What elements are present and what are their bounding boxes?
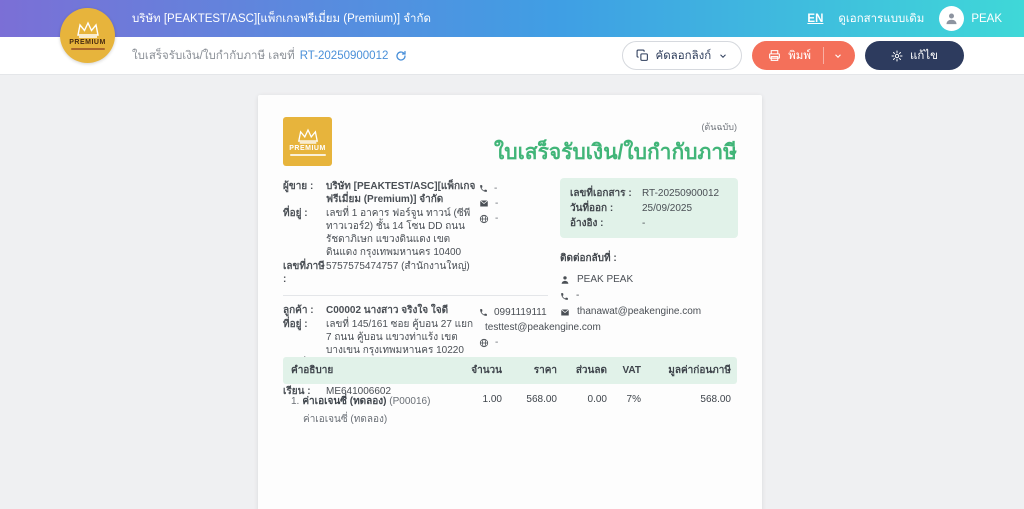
item-description-cell: 1. ค่าเอเจนซี่ (ทดลอง) (P00016) ค่าเอเจนซ… xyxy=(283,384,458,429)
table-header-row: คำอธิบาย จำนวน ราคา ส่วนลด VAT มูลค่าก่อ… xyxy=(283,357,737,384)
phone-icon xyxy=(480,309,487,316)
seller-website: - xyxy=(495,213,499,224)
print-label: พิมพ์ xyxy=(788,49,811,62)
item-index: 1. xyxy=(291,396,300,407)
seller-block: ผู้ขาย : บริษัท [PEAKTEST/ASC][แพ็กเกจฟร… xyxy=(283,180,557,286)
contact-name: PEAK PEAK xyxy=(577,274,634,285)
customer-phone: 0991119111 xyxy=(494,307,547,318)
table-row: 1. ค่าเอเจนซี่ (ทดลอง) (P00016) ค่าเอเจนซ… xyxy=(283,384,737,429)
document-toolbar: ใบเสร็จรับเงิน/ใบกำกับภาษี เลขที่ RT-202… xyxy=(0,37,1024,75)
seller-label: ผู้ขาย : xyxy=(283,181,314,192)
user-menu[interactable]: PEAK xyxy=(939,6,1002,31)
column-header-price: ราคา xyxy=(508,357,563,384)
brand-logo[interactable]: PREMIUM xyxy=(60,8,115,63)
section-divider xyxy=(283,295,548,296)
refresh-icon[interactable] xyxy=(395,50,407,62)
seller-tax-id: 5757575474757 (สำนักงานใหญ่) xyxy=(326,261,470,272)
column-header-vat: VAT xyxy=(613,357,647,384)
mail-icon xyxy=(480,200,488,207)
contact-back-label: ติดต่อกลับที่ : xyxy=(560,253,617,264)
column-header-description: คำอธิบาย xyxy=(283,357,458,384)
globe-icon xyxy=(479,214,489,223)
column-header-discount: ส่วนลด xyxy=(563,357,613,384)
person-icon xyxy=(561,276,569,284)
issue-date-value: 25/09/2025 xyxy=(642,203,693,214)
doc-number-value: RT-20250900012 xyxy=(642,188,720,199)
customer-name: C00002 นางสาว จริงใจ ใจดี xyxy=(326,305,449,316)
printer-icon xyxy=(769,50,781,61)
edit-label: แก้ไข xyxy=(909,49,938,62)
document-preview: PREMIUM (ต้นฉบับ) ใบเสร็จรับเงิน/ใบกำกับ… xyxy=(258,95,762,509)
copy-link-button[interactable]: คัดลอกลิงก์ xyxy=(621,41,743,70)
print-button[interactable]: พิมพ์ xyxy=(752,41,855,70)
crown-icon xyxy=(76,21,99,38)
chevron-down-icon xyxy=(835,53,841,58)
issue-date-label: วันที่ออก : xyxy=(570,203,614,214)
doc-number-label: เลขที่เอกสาร : xyxy=(570,188,632,199)
mail-icon xyxy=(561,308,569,315)
customer-address: เลขที่ 145/161 ซอย คู้บอน 27 แยก 7 ถนน ค… xyxy=(326,319,474,356)
chevron-down-icon xyxy=(720,53,727,58)
topbar: บริษัท [PEAKTEST/ASC][แพ็กเกจฟรีเมี่ยม (… xyxy=(0,0,1024,37)
globe-icon xyxy=(479,338,489,347)
breadcrumb: ใบเสร็จรับเงิน/ใบกำกับภาษี เลขที่ RT-202… xyxy=(132,47,407,65)
contact-email: thanawat@peakengine.com xyxy=(577,306,702,317)
column-header-quantity: จำนวน xyxy=(458,357,508,384)
seller-phone: - xyxy=(494,183,498,194)
gear-icon xyxy=(891,50,903,61)
seller-tax-label: เลขที่ภาษี : xyxy=(283,261,325,285)
reference-label: อ้างอิง : xyxy=(570,218,604,229)
document-info-box: เลขที่เอกสาร : RT-20250900012 วันที่ออก … xyxy=(560,178,738,238)
contact-back-block: ติดต่อกลับที่ : PEAK PEAK - thanawat@pea… xyxy=(560,251,738,320)
seller-address-label: ที่อยู่ : xyxy=(283,208,308,219)
column-header-pretax-amount: มูลค่าก่อนภาษี xyxy=(647,357,737,384)
item-subdescription: ค่าเอเจนซี่ (ทดลอง) xyxy=(303,414,388,425)
page-background: PREMIUM (ต้นฉบับ) ใบเสร็จรับเงิน/ใบกำกับ… xyxy=(0,75,1024,509)
edit-button[interactable]: แก้ไข xyxy=(864,41,964,70)
phone-icon xyxy=(480,185,487,192)
item-quantity: 1.00 xyxy=(482,394,502,405)
seller-address: เลขที่ 1 อาคาร ฟอร์จูน ทาวน์ (ซีพี ทาวเว… xyxy=(326,208,471,258)
customer-label: ลูกค้า : xyxy=(283,305,314,316)
breadcrumb-label: ใบเสร็จรับเงิน/ใบกำกับภาษี เลขที่ xyxy=(132,49,295,62)
customer-email: testtest@peakengine.com xyxy=(485,322,601,333)
customer-address-label: ที่อยู่ : xyxy=(283,319,308,330)
phone-icon xyxy=(561,292,568,300)
item-discount: 0.00 xyxy=(587,394,607,405)
document-number-link[interactable]: RT-20250900012 xyxy=(300,50,389,62)
seller-contact-icons: - - - xyxy=(479,181,557,226)
print-main-segment[interactable]: พิมพ์ xyxy=(752,41,823,70)
brand-logo-text: PREMIUM xyxy=(69,39,106,46)
print-dropdown-toggle[interactable] xyxy=(824,41,855,70)
brand-logo-subline xyxy=(70,48,105,50)
item-vat: 7% xyxy=(626,394,641,405)
seller-email: - xyxy=(495,198,499,209)
item-name: ค่าเอเจนซี่ (ทดลอง) xyxy=(302,396,387,407)
username-label: PEAK xyxy=(971,12,1002,25)
item-pretax-amount: 568.00 xyxy=(700,394,731,405)
company-title: บริษัท [PEAKTEST/ASC][แพ็กเกจฟรีเมี่ยม (… xyxy=(132,12,431,25)
item-code: (P00016) xyxy=(389,396,431,407)
contact-phone: - xyxy=(576,290,580,301)
doc-info-column: เลขที่เอกสาร : RT-20250900012 วันที่ออก … xyxy=(560,178,738,320)
item-price: 568.00 xyxy=(526,394,557,405)
user-avatar-icon xyxy=(939,6,965,31)
seller-name: บริษัท [PEAKTEST/ASC][แพ็กเกจฟรีเมี่ยม (… xyxy=(326,181,476,205)
language-toggle[interactable]: EN xyxy=(807,13,823,25)
view-original-link[interactable]: ดูเอกสารแบบเดิม xyxy=(838,10,924,28)
copy-link-label: คัดลอกลิงก์ xyxy=(655,49,712,62)
customer-website: - xyxy=(495,337,499,348)
copy-icon xyxy=(636,49,648,61)
reference-value: - xyxy=(642,218,646,229)
line-items-table: คำอธิบาย จำนวน ราคา ส่วนลด VAT มูลค่าก่อ… xyxy=(283,357,737,429)
